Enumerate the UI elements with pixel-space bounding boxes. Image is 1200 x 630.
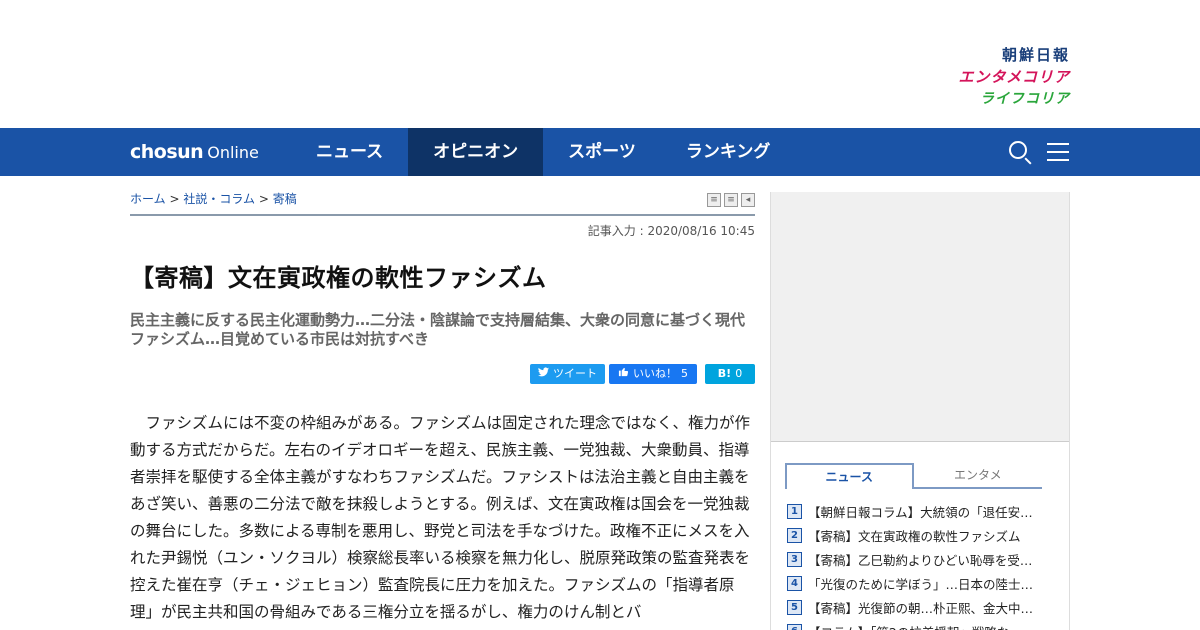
ranking-headline: 【寄稿】文在寅政権の軟性ファシズム: [808, 528, 1021, 544]
ranking-headline: 【寄稿】光復節の朝…朴正熙、金大中…: [808, 600, 1034, 616]
site-logo[interactable]: chosun Online: [130, 140, 259, 165]
life-korea-link[interactable]: ライフコリア: [930, 88, 1070, 110]
article-subtitle: 民主主義に反する民主化運動勢力…二分法・陰謀論で支持層結集、大衆の同意に基づく現…: [130, 311, 746, 348]
rank-number: 2: [787, 527, 802, 543]
back-icon[interactable]: ◂: [741, 193, 755, 207]
chosun-ilbo-link[interactable]: 朝鮮日報: [930, 44, 1070, 66]
article-tools: ≡ ≡ ◂: [707, 193, 755, 207]
hatena-bookmark-button[interactable]: B! 0: [705, 364, 755, 384]
breadcrumb-home[interactable]: ホーム: [130, 192, 166, 206]
ranking-headline: 【朝鮮日報コラム】大統領の「退任安…: [808, 504, 1033, 520]
site-header: 朝鮮日報 エンタメコリア ライフコリア: [0, 0, 1200, 128]
breadcrumb-current[interactable]: 寄稿: [273, 192, 297, 206]
breadcrumb-row: ホーム > 社説・コラム > 寄稿 ≡ ≡ ◂: [130, 176, 755, 216]
nav-menu: ニュース オピニオン スポーツ ランキング: [291, 128, 795, 176]
ranking-item[interactable]: 3 【寄稿】乙巳勒約よりひどい恥辱を受…: [787, 547, 1057, 571]
ranking-tabs: ニュース エンタメ: [785, 463, 1042, 489]
ranking-item[interactable]: 4 「光復のために学ぼう」…日本の陸士…: [787, 571, 1057, 595]
ranking-list: 1 【朝鮮日報コラム】大統領の「退任安… 2 【寄稿】文在寅政権の軟性ファシズム…: [787, 499, 1057, 630]
nav-item-opinion[interactable]: オピニオン: [408, 128, 544, 176]
entame-korea-link[interactable]: エンタメコリア: [930, 66, 1070, 88]
ranking-item[interactable]: 6 【コラム】「第2の拉美援朝」戦略な…: [787, 619, 1057, 630]
tweet-button[interactable]: ツイート: [530, 364, 605, 384]
rank-number: 1: [787, 503, 802, 519]
main-nav: chosun Online ニュース オピニオン スポーツ ランキング: [0, 128, 1200, 176]
share-buttons: ツイート いいね！ 5 B! 0: [530, 364, 755, 384]
search-icon[interactable]: [1008, 140, 1032, 164]
article-title: 【寄稿】文在寅政権の軟性ファシズム: [130, 264, 547, 292]
ranking-item[interactable]: 5 【寄稿】光復節の朝…朴正熙、金大中…: [787, 595, 1057, 619]
breadcrumb-separator: >: [169, 192, 180, 206]
nav-icons: [1008, 140, 1070, 164]
breadcrumb: ホーム > 社説・コラム > 寄稿: [130, 190, 297, 207]
ranking-item[interactable]: 1 【朝鮮日報コラム】大統領の「退任安…: [787, 499, 1057, 523]
ranking-headline: 【寄稿】乙巳勒約よりひどい恥辱を受…: [808, 552, 1033, 568]
like-label: いいね！: [633, 367, 677, 380]
breadcrumb-separator: >: [258, 192, 269, 206]
hamburger-menu-icon[interactable]: [1046, 140, 1070, 164]
nav-item-sports[interactable]: スポーツ: [543, 128, 661, 176]
rank-number: 3: [787, 551, 802, 567]
logo-light: Online: [207, 143, 259, 162]
ad-placeholder: [771, 192, 1069, 442]
hatena-bookmark-icon: B!: [717, 367, 732, 380]
facebook-like-button[interactable]: いいね！ 5: [609, 364, 697, 384]
like-count: 5: [681, 367, 688, 380]
print-icon[interactable]: ≡: [707, 193, 721, 207]
brand-links: 朝鮮日報 エンタメコリア ライフコリア: [930, 44, 1070, 110]
article-date: 記事入力 : 2020/08/16 10:45: [587, 224, 755, 238]
twitter-bird-icon: [538, 364, 549, 384]
tab-entame[interactable]: エンタメ: [913, 463, 1042, 489]
rank-number: 4: [787, 575, 802, 591]
rank-number: 6: [787, 623, 802, 630]
rank-number: 5: [787, 599, 802, 615]
ranking-item[interactable]: 2 【寄稿】文在寅政権の軟性ファシズム: [787, 523, 1057, 547]
logo-bold: chosun: [130, 141, 204, 163]
tweet-label: ツイート: [553, 367, 597, 380]
text-size-icon[interactable]: ≡: [724, 193, 738, 207]
tab-news[interactable]: ニュース: [785, 463, 914, 489]
hatena-count: 0: [735, 367, 743, 380]
breadcrumb-section[interactable]: 社説・コラム: [183, 192, 255, 206]
nav-item-ranking[interactable]: ランキング: [661, 128, 796, 176]
sidebar: ニュース エンタメ 1 【朝鮮日報コラム】大統領の「退任安… 2 【寄稿】文在寅…: [770, 192, 1070, 630]
article: ホーム > 社説・コラム > 寄稿 ≡ ≡ ◂ 記事入力 : 2020/08/1…: [130, 176, 755, 621]
ranking-headline: 【コラム】「第2の拉美援朝」戦略な…: [808, 622, 1022, 630]
article-body: ファシズムには不変の枠組みがある。ファシズムは固定された理念ではなく、権力が作動…: [130, 414, 751, 621]
nav-item-news[interactable]: ニュース: [291, 128, 408, 176]
thumbs-up-icon: [618, 364, 629, 384]
ranking-headline: 「光復のために学ぼう」…日本の陸士…: [808, 576, 1034, 592]
